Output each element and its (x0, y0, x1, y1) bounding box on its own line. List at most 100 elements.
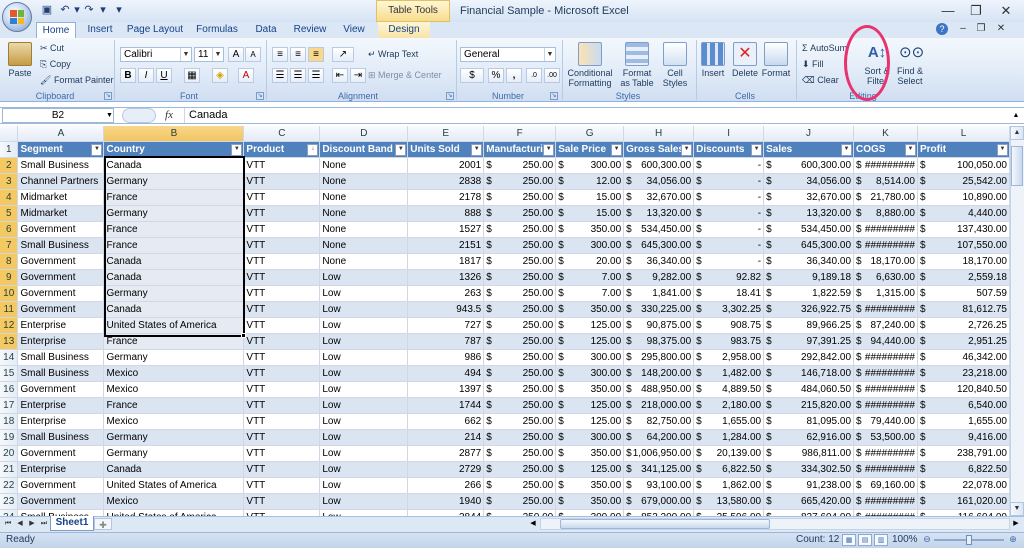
scroll-up-icon[interactable]: ▲ (1010, 126, 1024, 140)
format-painter-button[interactable]: 🖌 Format Painter (40, 75, 113, 86)
table-cell[interactable]: $295,800.00 (623, 349, 695, 366)
table-cell[interactable]: Low (319, 349, 409, 366)
find-select-button[interactable]: ⊙⊙ Find & Select (894, 42, 926, 86)
table-header-cell[interactable]: Country ▼ (103, 141, 245, 158)
table-cell[interactable]: 943.5 (407, 301, 485, 318)
table-cell[interactable]: $507.59 (917, 285, 1010, 302)
table-cell[interactable]: $32,670.00 (623, 189, 695, 206)
table-cell[interactable]: None (319, 189, 409, 206)
table-cell[interactable]: $665,420.00 (763, 493, 855, 510)
table-cell[interactable]: $ - (693, 189, 765, 206)
row-header[interactable]: 22 (0, 477, 19, 494)
table-cell[interactable]: VTT (243, 461, 321, 478)
table-cell[interactable]: None (319, 173, 409, 190)
table-cell[interactable]: Mexico (103, 413, 245, 430)
table-cell[interactable]: $300.00 (555, 237, 625, 254)
tab-page-layout[interactable]: Page Layout (124, 22, 186, 38)
redo-dropdown-icon[interactable]: ▾ (96, 3, 110, 17)
table-cell[interactable]: $######### (853, 461, 918, 478)
table-cell[interactable]: $######### (853, 365, 918, 382)
comma-button[interactable]: , (506, 68, 522, 83)
filter-dropdown-icon[interactable]: ▼ (91, 144, 103, 156)
table-cell[interactable]: $326,922.75 (763, 301, 855, 318)
table-cell[interactable]: $250.00 (483, 205, 557, 222)
table-cell[interactable]: $8,880.00 (853, 205, 918, 222)
row-header[interactable]: 4 (0, 189, 19, 206)
redo-icon[interactable]: ↷ (82, 3, 96, 17)
table-cell[interactable]: $1,315.00 (853, 285, 918, 302)
row-header[interactable]: 8 (0, 253, 19, 270)
row-header[interactable]: 21 (0, 461, 19, 478)
save-icon[interactable]: ▣ (40, 3, 54, 17)
table-cell[interactable]: $350.00 (555, 221, 625, 238)
office-button[interactable] (2, 2, 32, 32)
table-cell[interactable]: $18,170.00 (917, 253, 1010, 270)
table-cell[interactable]: $46,342.00 (917, 349, 1010, 366)
table-cell[interactable]: $81,095.00 (763, 413, 855, 430)
table-cell[interactable]: $######### (853, 237, 918, 254)
table-cell[interactable]: Low (319, 413, 409, 430)
table-cell[interactable]: Germany (103, 285, 245, 302)
row-header[interactable]: 2 (0, 157, 19, 174)
table-header-cell[interactable]: Discounts ▼ (693, 141, 765, 158)
font-color-icon[interactable]: A (238, 68, 254, 83)
table-cell[interactable]: 2178 (407, 189, 485, 206)
table-cell[interactable]: 986 (407, 349, 485, 366)
increase-decimal-icon[interactable]: .0 (526, 68, 542, 83)
table-header-cell[interactable]: Gross Sales ▼ (623, 141, 695, 158)
table-cell[interactable]: $238,791.00 (917, 445, 1010, 462)
table-cell[interactable]: France (103, 397, 245, 414)
italic-button[interactable]: I (138, 68, 154, 83)
table-cell[interactable]: 2001 (407, 157, 485, 174)
table-cell[interactable]: $250.00 (483, 253, 557, 270)
table-cell[interactable]: $250.00 (483, 461, 557, 478)
table-cell[interactable]: $36,340.00 (763, 253, 855, 270)
scroll-right-icon[interactable]: ▶ (1010, 518, 1022, 530)
tab-design[interactable]: Design (378, 22, 430, 38)
select-all-corner[interactable] (0, 126, 19, 142)
table-cell[interactable]: $ - (693, 157, 765, 174)
table-cell[interactable]: VTT (243, 317, 321, 334)
table-cell[interactable]: $250.00 (483, 493, 557, 510)
table-cell[interactable]: $350.00 (555, 301, 625, 318)
table-cell[interactable]: Midmarket (17, 189, 105, 206)
column-header-l[interactable]: L (917, 126, 1010, 142)
table-cell[interactable]: $908.75 (693, 317, 765, 334)
delete-cells-button[interactable]: ✕ Delete (730, 42, 760, 78)
table-cell[interactable]: $120,840.50 (917, 381, 1010, 398)
table-cell[interactable]: Low (319, 493, 409, 510)
table-cell[interactable]: $1,655.00 (693, 413, 765, 430)
table-cell[interactable]: $ - (693, 237, 765, 254)
table-cell[interactable]: $64,200.00 (623, 429, 695, 446)
column-header-d[interactable]: D (319, 126, 409, 142)
table-cell[interactable]: $250.00 (483, 445, 557, 462)
font-size-select[interactable]: 11 ▼ (194, 47, 224, 62)
table-cell[interactable]: $215,820.00 (763, 397, 855, 414)
table-cell[interactable]: $21,780.00 (853, 189, 918, 206)
table-cell[interactable]: $######### (853, 493, 918, 510)
table-cell[interactable]: Germany (103, 349, 245, 366)
table-cell[interactable]: VTT (243, 253, 321, 270)
zoom-slider-thumb[interactable] (966, 535, 972, 545)
table-header-cell[interactable]: Profit ▼ (917, 141, 1010, 158)
table-cell[interactable]: $8,514.00 (853, 173, 918, 190)
table-cell[interactable]: Canada (103, 157, 245, 174)
table-cell[interactable]: $250.00 (483, 173, 557, 190)
row-header[interactable]: 13 (0, 333, 19, 350)
font-launcher-icon[interactable]: ↘ (256, 92, 264, 100)
filter-dropdown-icon[interactable]: ▼ (395, 144, 407, 156)
table-cell[interactable]: Government (17, 221, 105, 238)
table-cell[interactable]: $148,200.00 (623, 365, 695, 382)
table-cell[interactable]: $######### (853, 157, 918, 174)
table-cell[interactable]: $######### (853, 301, 918, 318)
filter-dropdown-icon[interactable]: ▼ (471, 144, 483, 156)
table-cell[interactable]: $79,440.00 (853, 413, 918, 430)
horizontal-scroll-thumb[interactable] (560, 519, 770, 529)
table-cell[interactable]: Enterprise (17, 317, 105, 334)
table-cell[interactable]: $81,612.75 (917, 301, 1010, 318)
align-left-icon[interactable]: ☰ (272, 68, 288, 83)
table-cell[interactable]: Small Business (17, 157, 105, 174)
table-cell[interactable]: $250.00 (483, 477, 557, 494)
table-cell[interactable]: Low (319, 477, 409, 494)
table-cell[interactable]: $488,950.00 (623, 381, 695, 398)
